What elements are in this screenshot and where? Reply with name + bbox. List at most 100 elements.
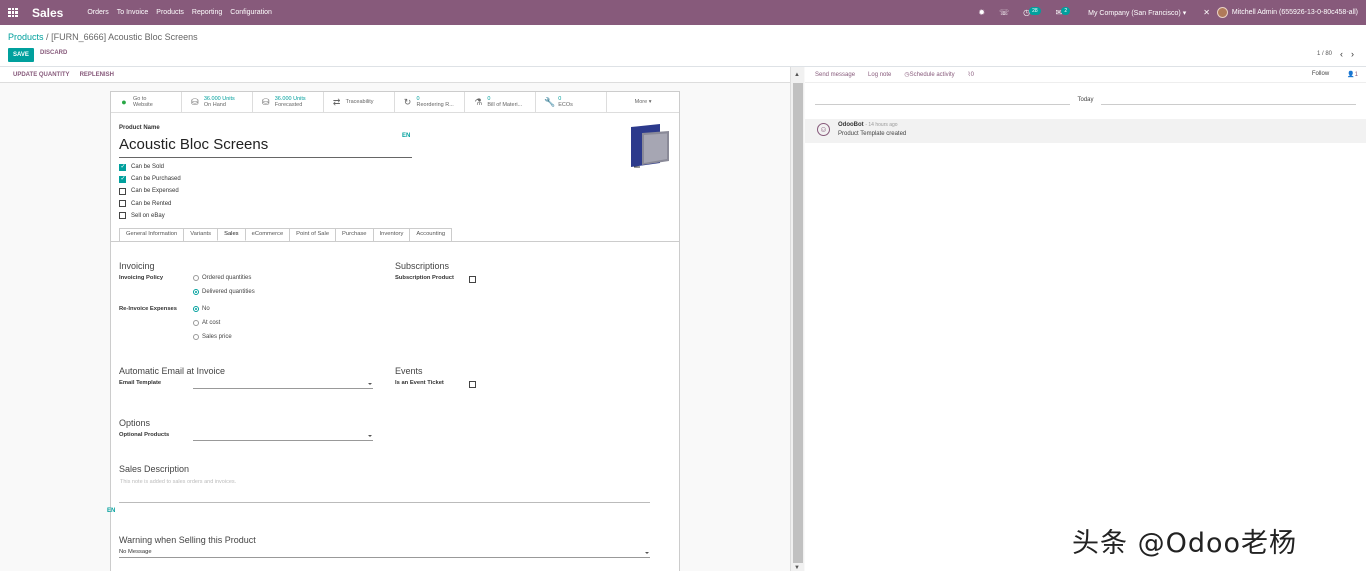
- scroll-up-icon[interactable]: ▲: [794, 72, 800, 78]
- pager-next-icon[interactable]: ›: [1351, 49, 1354, 59]
- optional-products-label: Optional Products: [119, 432, 170, 438]
- smart-button-more[interactable]: More ▾: [607, 92, 679, 112]
- tab-inventory[interactable]: Inventory: [372, 228, 411, 241]
- menu-reporting[interactable]: Reporting: [192, 9, 222, 16]
- radio-no[interactable]: [193, 306, 199, 312]
- can-be-purchased-checkbox[interactable]: [119, 175, 126, 183]
- smart-button-forecasted[interactable]: ⛁ 36.000 Units Forecasted: [253, 92, 324, 112]
- wrench-icon: 🔧: [544, 97, 556, 107]
- apps-grid-icon[interactable]: [8, 7, 18, 18]
- event-ticket-label: Is an Event Ticket: [395, 380, 444, 386]
- invoicing-policy-ordered[interactable]: Ordered quantities: [193, 275, 251, 281]
- sales-description-input[interactable]: This note is added to sales orders and i…: [120, 479, 236, 485]
- discard-button[interactable]: DISCARD: [40, 50, 67, 56]
- tab-accounting[interactable]: Accounting: [409, 228, 453, 241]
- follow-button[interactable]: Follow: [1312, 71, 1329, 78]
- smart-button-ecos[interactable]: 🔧 0 ECOs: [536, 92, 608, 112]
- replenish-button[interactable]: REPLENISH: [80, 72, 114, 78]
- smart-button-website[interactable]: ● Go to Website: [111, 92, 182, 112]
- author-name[interactable]: OdooBot: [838, 122, 864, 128]
- chat-bubble-icon[interactable]: ✉ 2: [1056, 6, 1071, 18]
- phone-icon[interactable]: ☏: [999, 8, 1009, 17]
- warning-section-title: Warning when Selling this Product: [119, 535, 256, 545]
- checkbox-label: Can be Purchased: [131, 176, 181, 183]
- reinvoice-at-cost[interactable]: At cost: [193, 320, 220, 326]
- smart-button-bom[interactable]: ⚗ 0 Bill of Materi...: [465, 92, 537, 112]
- breadcrumb-products-link[interactable]: Products: [8, 32, 44, 42]
- chatter-topbar: Send message Log note ◷Schedule activity…: [805, 67, 1366, 83]
- product-name-input[interactable]: Acoustic Bloc Screens: [119, 136, 412, 158]
- user-menu[interactable]: Mitchell Admin (655926-13-0-80c458-all): [1232, 9, 1358, 16]
- smart-button-on-hand[interactable]: ⛁ 36.000 Units On Hand: [182, 92, 253, 112]
- tab-sales[interactable]: Sales: [217, 228, 246, 241]
- menu-to-invoice[interactable]: To Invoice: [117, 9, 149, 16]
- product-image[interactable]: [630, 123, 670, 169]
- attachments-count: 0: [970, 72, 974, 78]
- reinvoice-no[interactable]: No: [193, 306, 210, 312]
- notebook-tabs: General Information Variants Sales eComm…: [119, 228, 453, 241]
- can-be-rented-checkbox[interactable]: [119, 200, 126, 208]
- company-name: My Company (San Francisco): [1088, 9, 1181, 17]
- invoicing-policy-label: Invoicing Policy: [119, 275, 164, 281]
- subscriptions-section-title: Subscriptions: [395, 261, 450, 271]
- tab-variants[interactable]: Variants: [183, 228, 219, 241]
- menu-products[interactable]: Products: [156, 9, 184, 16]
- schedule-activity-label: Schedule activity: [909, 72, 955, 78]
- save-button[interactable]: SAVE: [8, 48, 34, 62]
- optional-products-select[interactable]: [193, 432, 373, 441]
- radio-ordered[interactable]: [193, 275, 199, 281]
- scrollbar-thumb[interactable]: [793, 83, 803, 563]
- breadcrumb-separator: /: [46, 32, 49, 42]
- radio-at-cost[interactable]: [193, 320, 199, 326]
- close-icon[interactable]: ✕: [1203, 8, 1210, 17]
- menu-configuration[interactable]: Configuration: [230, 9, 272, 16]
- top-navbar: Sales Orders To Invoice Products Reporti…: [0, 0, 1366, 25]
- form-header-buttons: UPDATE QUANTITY REPLENISH: [0, 67, 790, 83]
- smart-button-traceability[interactable]: ⇄ Traceability: [324, 92, 395, 112]
- invoicing-policy-delivered[interactable]: Delivered quantities: [193, 289, 255, 295]
- attachments-button[interactable]: ⌇0: [968, 71, 974, 78]
- today-text: Today: [1069, 97, 1102, 103]
- form-scrollbar[interactable]: ▲ ▼: [790, 67, 804, 571]
- globe-icon: ●: [121, 97, 127, 107]
- subscription-product-checkbox[interactable]: [469, 276, 476, 283]
- log-note-button[interactable]: Log note: [868, 72, 891, 78]
- tab-point-of-sale[interactable]: Point of Sale: [289, 228, 337, 241]
- pager-value[interactable]: 1 / 80: [1317, 51, 1332, 57]
- translate-button[interactable]: EN: [402, 133, 410, 139]
- app-title[interactable]: Sales: [32, 6, 63, 20]
- avatar[interactable]: [1216, 7, 1228, 18]
- pager: 1 / 80 ‹ ›: [1317, 49, 1354, 59]
- product-checkboxes: Can be Sold Can be Purchased Can be Expe…: [119, 161, 181, 222]
- smart-button-line2: Bill of Materi...: [487, 102, 523, 108]
- update-quantity-button[interactable]: UPDATE QUANTITY: [13, 72, 70, 78]
- arrows-icon: ⇄: [332, 97, 341, 107]
- activity-clock-icon[interactable]: ◷ 28: [1023, 6, 1042, 18]
- menu-orders[interactable]: Orders: [87, 9, 108, 16]
- invoicing-section-title: Invoicing: [119, 261, 155, 271]
- radio-delivered[interactable]: [193, 289, 199, 295]
- sell-on-ebay-checkbox[interactable]: [119, 212, 126, 220]
- event-ticket-checkbox[interactable]: [469, 381, 476, 388]
- email-template-select[interactable]: [193, 380, 373, 389]
- description-translate-button[interactable]: EN: [107, 508, 115, 514]
- radio-sales-price[interactable]: [193, 334, 199, 340]
- tab-purchase[interactable]: Purchase: [335, 228, 374, 241]
- email-template-label: Email Template: [119, 380, 162, 386]
- tab-general-information[interactable]: General Information: [119, 228, 185, 241]
- warning-select[interactable]: No Message: [119, 549, 650, 558]
- tab-ecommerce[interactable]: eCommerce: [244, 228, 291, 241]
- send-message-button[interactable]: Send message: [815, 72, 855, 78]
- schedule-activity-button[interactable]: ◷Schedule activity: [904, 71, 954, 78]
- scroll-down-icon[interactable]: ▼: [794, 565, 800, 571]
- sales-description-underline: [119, 502, 650, 503]
- smart-button-reordering[interactable]: ↻ 0 Reordering R...: [395, 92, 466, 112]
- can-be-expensed-checkbox[interactable]: [119, 187, 126, 195]
- company-switcher[interactable]: My Company (San Francisco) ▾: [1088, 9, 1186, 17]
- tabs-divider: [111, 241, 679, 242]
- bug-icon[interactable]: ✹: [978, 8, 985, 17]
- can-be-sold-checkbox[interactable]: [119, 163, 126, 171]
- reinvoice-sales-price[interactable]: Sales price: [193, 334, 232, 340]
- followers-button[interactable]: 👤1: [1347, 71, 1358, 78]
- pager-previous-icon[interactable]: ‹: [1340, 49, 1343, 59]
